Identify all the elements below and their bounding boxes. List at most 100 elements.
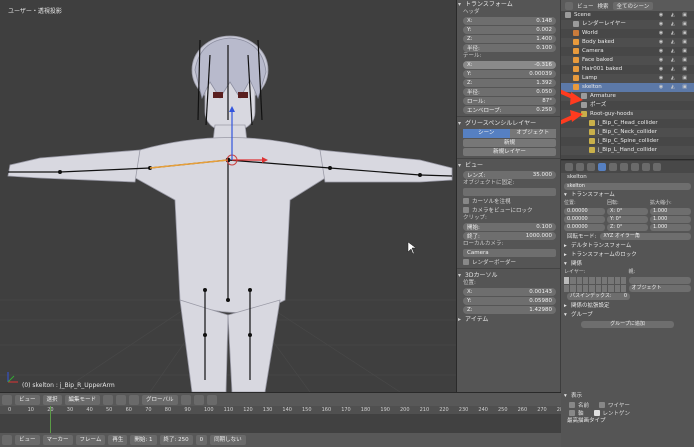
- outliner-row[interactable]: j_Bip_L_Hand_collider: [561, 146, 694, 155]
- visibility-toggle-icons[interactable]: ◉ ◭ ▣: [659, 38, 690, 47]
- playhead[interactable]: [50, 406, 51, 433]
- outliner-row[interactable]: Hair001 baked ◉ ◭ ▣: [561, 65, 694, 74]
- loc-x-field[interactable]: 0.00000: [564, 208, 605, 215]
- visibility-toggle-icons[interactable]: ◉ ◭ ▣: [659, 47, 690, 56]
- layer-cell[interactable]: [602, 285, 608, 292]
- clip-start-field[interactable]: 開始: 0.100: [463, 223, 556, 231]
- grease-pencil-header[interactable]: グリースペンシルレイヤー: [457, 119, 560, 128]
- layer-cell[interactable]: [564, 277, 570, 284]
- editor-type-icon[interactable]: [565, 1, 573, 10]
- tab-object[interactable]: オブジェクト: [509, 129, 556, 138]
- pass-index-field[interactable]: パスインデックス: 0: [567, 293, 630, 300]
- timeline[interactable]: 0102030405060708090100110120130140150160…: [0, 406, 566, 433]
- render-icon[interactable]: [206, 394, 217, 405]
- tail-field[interactable]: ロール: 87°: [463, 97, 556, 105]
- layer-grid[interactable]: [564, 277, 627, 292]
- layer-cell[interactable]: [602, 277, 608, 284]
- layer-cell[interactable]: [608, 277, 614, 284]
- snap-icon[interactable]: [193, 394, 204, 405]
- sync-select[interactable]: 同期しない: [210, 435, 246, 445]
- visibility-toggle-icons[interactable]: ◉ ◭ ▣: [659, 56, 690, 65]
- xray-checkbox[interactable]: レントゲン: [593, 409, 630, 417]
- scale-z-field[interactable]: 1.000: [650, 224, 691, 231]
- layer-cell[interactable]: [583, 285, 589, 292]
- object-name-field[interactable]: skelton: [564, 183, 691, 190]
- render-tab-icon[interactable]: [565, 163, 573, 171]
- world-tab-icon[interactable]: [587, 163, 595, 171]
- relations-header[interactable]: 関係: [561, 260, 694, 269]
- visibility-toggle-icons[interactable]: ◉ ◭ ▣: [659, 20, 690, 29]
- end-frame-field[interactable]: 終了: 250: [159, 435, 193, 445]
- show-name-checkbox[interactable]: 名前: [569, 401, 589, 409]
- properties-editor[interactable]: skelton skelton トランスフォーム 位置: 0.00000 0.0…: [561, 161, 694, 392]
- outliner-row[interactable]: Camera ◉ ◭ ▣: [561, 47, 694, 56]
- layer-cell[interactable]: [570, 277, 576, 284]
- transform-panel-header[interactable]: トランスフォーム: [457, 0, 560, 9]
- item-panel-header[interactable]: アイテム: [457, 315, 560, 324]
- layer-cell[interactable]: [583, 277, 589, 284]
- visibility-toggle-icons[interactable]: ◉ ◭ ▣: [659, 74, 690, 83]
- outliner-view-menu[interactable]: ビュー: [577, 2, 594, 10]
- editor-type-icon[interactable]: [2, 394, 12, 405]
- playback-menu[interactable]: 再生: [108, 435, 128, 445]
- grease-new-button[interactable]: 新規: [463, 139, 556, 147]
- start-frame-field[interactable]: 開始: 1: [130, 435, 157, 445]
- lens-field[interactable]: レンズ: 35.000: [463, 171, 556, 179]
- layer-cell[interactable]: [589, 285, 595, 292]
- tail-field[interactable]: X: -0.316: [463, 61, 556, 69]
- editor-type-icon[interactable]: [2, 435, 12, 445]
- orientation-select[interactable]: グローバル: [142, 394, 178, 405]
- pivot-icon[interactable]: [116, 394, 127, 405]
- outliner-row[interactable]: World ◉ ◭ ▣: [561, 29, 694, 38]
- view-menu[interactable]: ビュー: [15, 394, 40, 405]
- outliner-row[interactable]: Scene ◉ ◭ ▣: [561, 11, 694, 20]
- layer-cell[interactable]: [621, 277, 627, 284]
- layer-cell[interactable]: [621, 285, 627, 292]
- lock-camera-checkbox[interactable]: カメラをビューにロック: [463, 206, 556, 214]
- outliner-row[interactable]: レンダーレイヤー ◉ ◭ ▣: [561, 20, 694, 29]
- add-to-group-button[interactable]: グループに追加: [581, 321, 674, 328]
- frame-menu[interactable]: フレーム: [75, 435, 106, 445]
- tail-field[interactable]: Z: 1.392: [463, 79, 556, 87]
- layer-cell[interactable]: [570, 285, 576, 292]
- show-wire-checkbox[interactable]: ワイヤー: [599, 401, 630, 409]
- lock-object-field[interactable]: [463, 188, 556, 196]
- outliner-search-menu[interactable]: 検索: [598, 2, 609, 10]
- current-frame-field[interactable]: 0: [195, 435, 208, 445]
- parent-field[interactable]: [628, 277, 691, 284]
- layer-cell[interactable]: [576, 277, 583, 284]
- modifier-tab-icon[interactable]: [620, 163, 628, 171]
- relations-extra-header[interactable]: 関係の拡張設定: [561, 302, 694, 311]
- location-field[interactable]: Y: 0.002: [463, 26, 556, 34]
- camera-field[interactable]: Camera: [463, 249, 556, 257]
- physics-tab-icon[interactable]: [653, 163, 661, 171]
- visibility-toggle-icons[interactable]: ◉ ◭ ▣: [659, 65, 690, 74]
- grease-new-layer-button[interactable]: 新規レイヤー: [463, 148, 556, 156]
- layer-cell[interactable]: [564, 285, 570, 292]
- layer-cell[interactable]: [589, 277, 595, 284]
- rot-y-field[interactable]: Y: 0°: [607, 216, 648, 223]
- 3d-cursor-header[interactable]: 3Dカーソル: [457, 271, 560, 280]
- mode-select[interactable]: 編集モード: [64, 394, 101, 405]
- location-field[interactable]: 半径: 0.100: [463, 44, 556, 52]
- visibility-toggle-icons[interactable]: ◉ ◭ ▣: [659, 83, 690, 92]
- marker-menu[interactable]: マーカー: [42, 435, 73, 445]
- visibility-toggle-icons[interactable]: ◉ ◭ ▣: [659, 11, 690, 20]
- tab-scene[interactable]: シーン: [463, 129, 510, 138]
- tail-field[interactable]: エンベロープ: 0.250: [463, 106, 556, 114]
- loc-z-field[interactable]: 0.00000: [564, 224, 605, 231]
- bone-tab-icon[interactable]: [642, 163, 650, 171]
- location-field[interactable]: Z: 1.400: [463, 35, 556, 43]
- show-axis-checkbox[interactable]: 軸: [569, 409, 584, 417]
- layer-cell[interactable]: [614, 277, 621, 284]
- scale-x-field[interactable]: 1.000: [650, 208, 691, 215]
- outliner-scene-filter[interactable]: 全てのシーン: [612, 1, 654, 10]
- tail-field[interactable]: Y: 0.00039: [463, 70, 556, 78]
- layers-icon[interactable]: [180, 394, 191, 405]
- character-mesh[interactable]: [7, 35, 453, 392]
- object-tab-icon[interactable]: [598, 163, 606, 171]
- select-menu[interactable]: 選択: [42, 394, 62, 405]
- rotation-mode-select[interactable]: XYZ オイラー角: [600, 233, 691, 240]
- tail-field[interactable]: 半径: 0.050: [463, 88, 556, 96]
- layer-cell[interactable]: [576, 285, 583, 292]
